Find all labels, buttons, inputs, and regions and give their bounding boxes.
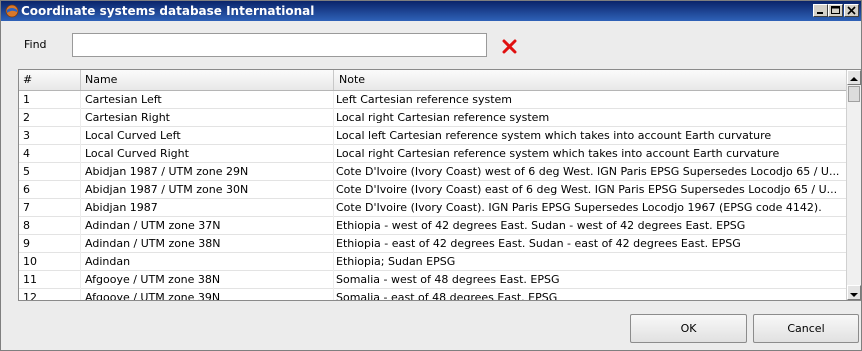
row-note-cell: Cote D'Ivoire (Ivory Coast). IGN Paris E… bbox=[334, 199, 847, 217]
row-name-cell: Local Curved Left bbox=[81, 127, 334, 145]
row-number-cell: 7 bbox=[19, 199, 81, 217]
row-number-cell: 6 bbox=[19, 181, 81, 199]
find-input[interactable] bbox=[72, 33, 487, 57]
row-number-cell: 5 bbox=[19, 163, 81, 181]
row-number-cell: 8 bbox=[19, 217, 81, 235]
find-label: Find bbox=[24, 38, 47, 51]
row-name-cell: Afgooye / UTM zone 38N bbox=[81, 271, 334, 289]
row-note-cell: Left Cartesian reference system bbox=[334, 91, 847, 109]
row-number-cell: 9 bbox=[19, 235, 81, 253]
row-note-cell: Ethiopia - east of 42 degrees East. Suda… bbox=[334, 235, 847, 253]
table-row[interactable]: 10 Adindan Ethiopia; Sudan EPSG bbox=[19, 253, 847, 271]
table-row[interactable]: 3 Local Curved Left Local left Cartesian r… bbox=[19, 127, 847, 145]
table-row[interactable]: 11 Afgooye / UTM zone 38N Somalia - west o… bbox=[19, 271, 847, 289]
vertical-scrollbar[interactable] bbox=[846, 70, 861, 300]
table-row[interactable]: 7 Abidjan 1987 Cote D'Ivoire (Ivory Coast)… bbox=[19, 199, 847, 217]
close-icon bbox=[847, 6, 856, 15]
ok-button[interactable]: OK bbox=[630, 314, 747, 343]
table-row[interactable]: 9 Adindan / UTM zone 38N Ethiopia - east o… bbox=[19, 235, 847, 253]
table-row[interactable]: 1 Cartesian Left Left Cartesian reference … bbox=[19, 91, 847, 109]
column-header-number[interactable]: # bbox=[19, 70, 81, 90]
maximize-icon bbox=[831, 6, 840, 14]
table-row[interactable]: 6 Abidjan 1987 / UTM zone 30N Cote D'Ivoir… bbox=[19, 181, 847, 199]
row-name-cell: Adindan / UTM zone 38N bbox=[81, 235, 334, 253]
cancel-button[interactable]: Cancel bbox=[753, 314, 859, 343]
row-note-cell: Somalia - west of 48 degrees East. EPSG bbox=[334, 271, 847, 289]
row-number-cell: 2 bbox=[19, 109, 81, 127]
table-row[interactable]: 4 Local Curved Right Local right Cartesian… bbox=[19, 145, 847, 163]
row-name-cell: Abidjan 1987 / UTM zone 29N bbox=[81, 163, 334, 181]
row-note-cell: Cote D'Ivoire (Ivory Coast) east of 6 de… bbox=[334, 181, 847, 199]
table-row[interactable]: 5 Abidjan 1987 / UTM zone 29N Cote D'Ivoir… bbox=[19, 163, 847, 181]
table-row[interactable]: 12 Afgooye / UTM zone 39N Somalia - east o… bbox=[19, 289, 847, 300]
row-note-cell: Local left Cartesian reference system wh… bbox=[334, 127, 847, 145]
minimize-button[interactable] bbox=[813, 4, 828, 17]
maximize-button[interactable] bbox=[828, 4, 843, 17]
coordinate-systems-table: # Name Note 1 Cartesian Left Left Cartesia… bbox=[18, 69, 861, 301]
row-name-cell: Abidjan 1987 bbox=[81, 199, 334, 217]
row-name-cell: Cartesian Right bbox=[81, 109, 334, 127]
table-header: # Name Note bbox=[19, 70, 847, 91]
column-header-note[interactable]: Note bbox=[334, 70, 847, 90]
row-number-cell: 4 bbox=[19, 145, 81, 163]
arrow-down-icon bbox=[850, 293, 858, 297]
row-note-cell: Local right Cartesian reference system w… bbox=[334, 145, 847, 163]
row-number-cell: 10 bbox=[19, 253, 81, 271]
column-header-name[interactable]: Name bbox=[81, 70, 334, 90]
globe-icon bbox=[5, 4, 19, 18]
row-name-cell: Adindan bbox=[81, 253, 334, 271]
row-number-cell: 1 bbox=[19, 91, 81, 109]
table-row[interactable]: 2 Cartesian Right Local right Cartesian re… bbox=[19, 109, 847, 127]
row-note-cell: Ethiopia; Sudan EPSG bbox=[334, 253, 847, 271]
close-button[interactable] bbox=[844, 4, 859, 17]
row-note-cell: Somalia - east of 48 degrees East. EPSG bbox=[334, 289, 847, 300]
row-name-cell: Local Curved Right bbox=[81, 145, 334, 163]
row-note-cell: Ethiopia - west of 42 degrees East. Suda… bbox=[334, 217, 847, 235]
minimize-icon bbox=[817, 12, 823, 14]
row-number-cell: 12 bbox=[19, 289, 81, 300]
row-number-cell: 11 bbox=[19, 271, 81, 289]
row-name-cell: Adindan / UTM zone 37N bbox=[81, 217, 334, 235]
clear-x-icon[interactable] bbox=[502, 39, 517, 54]
row-name-cell: Abidjan 1987 / UTM zone 30N bbox=[81, 181, 334, 199]
row-name-cell: Afgooye / UTM zone 39N bbox=[81, 289, 334, 300]
row-note-cell: Cote D'Ivoire (Ivory Coast) west of 6 de… bbox=[334, 163, 847, 181]
window-title: Coordinate systems database Internationa… bbox=[21, 4, 315, 18]
scroll-thumb[interactable] bbox=[848, 86, 860, 102]
arrow-up-icon bbox=[850, 77, 858, 81]
scroll-up-button[interactable] bbox=[847, 70, 861, 85]
title-bar[interactable]: Coordinate systems database Internationa… bbox=[1, 1, 861, 21]
row-number-cell: 3 bbox=[19, 127, 81, 145]
coordinate-systems-dialog: Coordinate systems database Internationa… bbox=[0, 0, 862, 351]
row-name-cell: Cartesian Left bbox=[81, 91, 334, 109]
scroll-down-button[interactable] bbox=[847, 285, 861, 300]
row-note-cell: Local right Cartesian reference system bbox=[334, 109, 847, 127]
table-row[interactable]: 8 Adindan / UTM zone 37N Ethiopia - west o… bbox=[19, 217, 847, 235]
